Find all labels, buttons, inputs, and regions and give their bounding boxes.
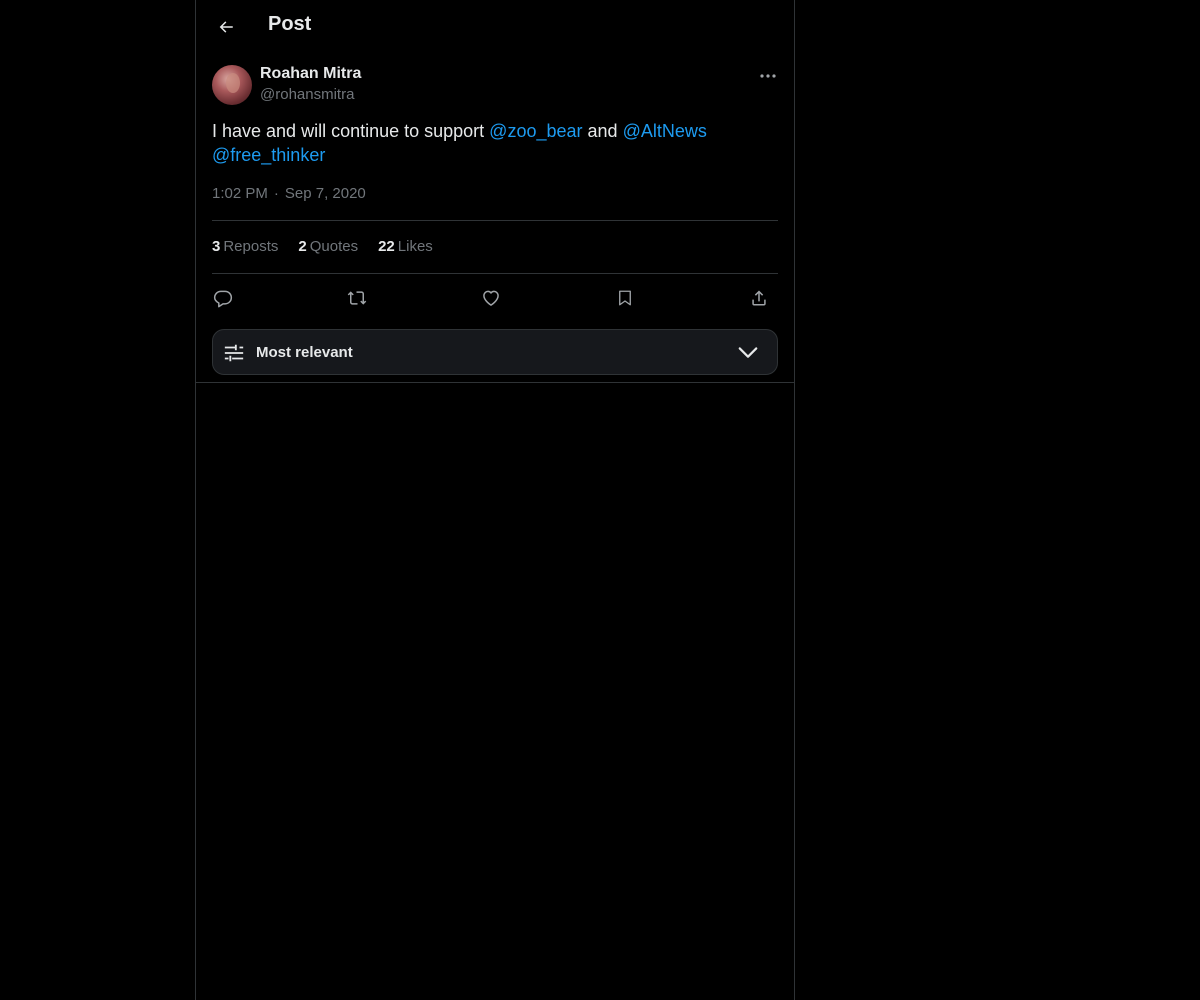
divider xyxy=(212,220,778,221)
post-stats: 3 Reposts 2 Quotes 22 Likes xyxy=(212,238,433,255)
reposts-count: 3 xyxy=(212,238,221,255)
avatar[interactable] xyxy=(212,65,252,105)
divider xyxy=(212,273,778,274)
post-meta: 1:02 PM · Sep 7, 2020 xyxy=(212,185,366,202)
quotes-label: Quotes xyxy=(309,238,359,255)
meta-separator: · xyxy=(273,185,279,202)
mention-link[interactable]: @zoo_bear xyxy=(489,121,582,141)
more-horizontal-icon xyxy=(760,74,776,78)
reply-button[interactable] xyxy=(210,285,236,311)
like-button[interactable] xyxy=(478,285,504,311)
bookmark-button[interactable] xyxy=(612,285,638,311)
divider xyxy=(196,382,794,383)
likes-count: 22 xyxy=(378,238,395,255)
mention-link[interactable]: @free_thinker xyxy=(212,145,325,165)
share-icon xyxy=(752,290,766,306)
author-handle[interactable]: @rohansmitra xyxy=(260,86,354,103)
share-button[interactable] xyxy=(746,285,772,311)
post-text-part: I have and will continue to support xyxy=(212,121,490,141)
reply-sort-dropdown[interactable]: Most relevant xyxy=(212,329,778,375)
arrow-left-icon xyxy=(219,21,233,33)
quotes-count: 2 xyxy=(298,238,307,255)
post-date[interactable]: Sep 7, 2020 xyxy=(285,185,366,202)
post-text-part: and xyxy=(582,121,623,141)
sort-label: Most relevant xyxy=(256,344,353,361)
bookmark-icon xyxy=(619,290,631,306)
post-text: I have and will continue to support @zoo… xyxy=(212,119,772,167)
heart-icon xyxy=(483,290,499,306)
post-actions xyxy=(212,285,778,311)
page-header: Post xyxy=(196,0,794,54)
author-name[interactable]: Roahan Mitra xyxy=(260,65,361,83)
more-button[interactable] xyxy=(756,66,780,86)
reposts-label: Reposts xyxy=(223,238,279,255)
back-button[interactable] xyxy=(212,13,240,41)
repost-icon xyxy=(347,291,367,305)
post-column: Post Roahan Mitra @rohansmitra I have an… xyxy=(195,0,795,1000)
reply-icon xyxy=(213,290,233,308)
repost-button[interactable] xyxy=(344,285,370,311)
sliders-icon xyxy=(224,344,244,362)
likes-stat[interactable]: 22 Likes xyxy=(378,238,433,255)
page-title: Post xyxy=(268,13,312,35)
chevron-down-icon xyxy=(738,347,758,358)
quotes-stat[interactable]: 2 Quotes xyxy=(298,238,358,255)
reposts-stat[interactable]: 3 Reposts xyxy=(212,238,278,255)
mention-link[interactable]: @AltNews xyxy=(623,121,707,141)
likes-label: Likes xyxy=(397,238,433,255)
post-time[interactable]: 1:02 PM xyxy=(212,185,268,202)
